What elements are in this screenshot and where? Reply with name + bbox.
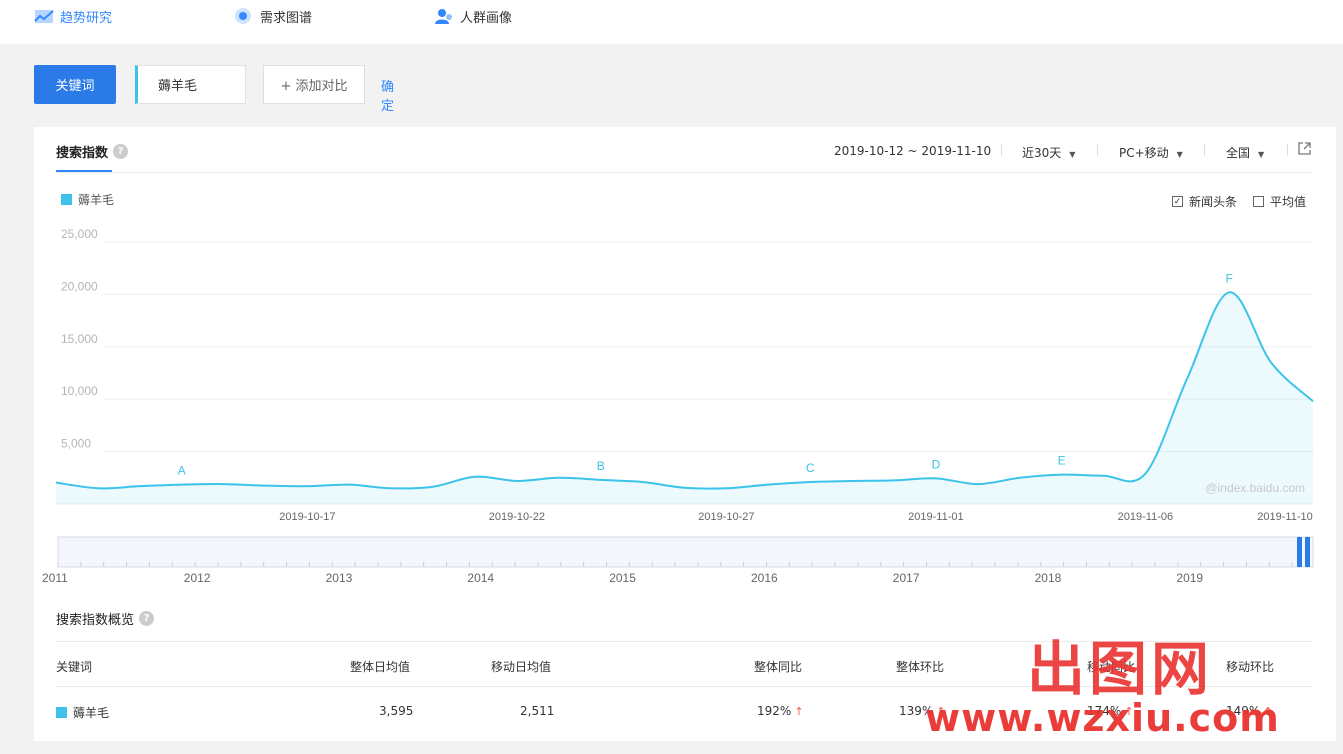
timeline-handle-left — [1297, 537, 1302, 567]
timeline-year-label: 2013 — [326, 571, 353, 585]
keyword-button[interactable]: 关键词 — [34, 65, 116, 104]
col-overall-avg: 整体日均值 — [350, 660, 411, 674]
timeline-year-label: 2014 — [467, 571, 494, 585]
timeline-year-label: 2018 — [1035, 571, 1062, 585]
col-mobile-mom: 移动环比 — [1226, 660, 1275, 674]
overview-title: 搜索指数概览 ? — [56, 609, 155, 628]
x-tick-label: 2019-10-27 — [698, 511, 754, 523]
col-keyword: 关键词 — [56, 660, 93, 674]
keyword-input[interactable]: 薅羊毛 — [135, 65, 246, 104]
confirm-link[interactable]: 确定 — [381, 76, 394, 114]
add-compare-button[interactable]: + 添加对比 — [263, 65, 365, 104]
annotation-label: C — [806, 461, 815, 475]
x-tick-label: 2019-11-06 — [1118, 511, 1173, 523]
annotation-label: A — [178, 464, 186, 478]
overview-title-text: 搜索指数概览 — [56, 613, 135, 628]
timeline-year-label: 2012 — [184, 571, 211, 585]
row-mobile-avg: 2,511 — [520, 704, 555, 718]
x-tick-label: 2019-11-01 — [908, 511, 963, 523]
annotation-label: B — [597, 459, 605, 473]
chart-watermark: @index.baidu.com — [1205, 481, 1305, 495]
top-nav: 趋势研究 需求图谱 人群画像 — [0, 0, 1343, 44]
timeline-year-label: 2019 — [1176, 571, 1203, 585]
col-overall-mom: 整体环比 — [896, 660, 945, 674]
col-mobile-avg: 移动日均值 — [491, 660, 552, 674]
series-line — [55, 291, 1314, 490]
annotation-label: F — [1226, 271, 1233, 285]
timeline-year-label: 2015 — [609, 571, 636, 585]
radar-icon — [234, 7, 254, 25]
x-tick-label: 2019-10-17 — [279, 511, 335, 523]
y-tick-label: 20,000 — [61, 279, 98, 293]
x-tick-label: 2019-10-22 — [489, 511, 545, 523]
overall-yoy-value: 192% — [757, 704, 792, 718]
nav-trend-label: 趋势研究 — [60, 10, 113, 26]
timeline-track — [57, 536, 1314, 568]
y-tick-label: 25,000 — [61, 227, 98, 241]
table-row-keyword: 薅羊毛 — [56, 704, 109, 721]
annotation-label: D — [932, 457, 941, 471]
nav-crowd-portrait[interactable]: 人群画像 — [434, 6, 512, 26]
nav-trend-research[interactable]: 趋势研究 — [34, 6, 112, 26]
help-icon[interactable]: ? — [139, 611, 155, 626]
col-overall-yoy: 整体同比 — [754, 660, 803, 674]
annotation-label: E — [1058, 454, 1066, 468]
y-tick-label: 5,000 — [61, 437, 91, 451]
row-overall-yoy: 192% ↑ — [757, 704, 804, 718]
row-overall-avg: 3,595 — [379, 704, 414, 718]
y-tick-label: 10,000 — [61, 384, 98, 398]
series-area — [56, 292, 1313, 504]
search-index-chart: 5,000 10,000 15,000 20,000 25,000 2019-10-17 2… — [42, 227, 1314, 585]
nav-demand-map[interactable]: 需求图谱 — [234, 6, 312, 26]
nav-crowd-label: 人群画像 — [460, 10, 513, 26]
row-keyword: 薅羊毛 — [73, 706, 110, 720]
user-icon — [434, 7, 454, 25]
legend-swatch — [56, 707, 67, 718]
x-tick-label: 2019-11-10 — [1257, 511, 1312, 523]
nav-demand-label: 需求图谱 — [260, 10, 313, 26]
timeline-year-label: 2016 — [751, 571, 778, 585]
y-tick-label: 15,000 — [61, 332, 98, 346]
timeline-handle-right — [1305, 537, 1310, 567]
watermark-url: www.wzxiu.com — [925, 696, 1280, 740]
watermark-logo: 出图网 — [1027, 635, 1214, 703]
timeline-year-label: 2011 — [42, 571, 68, 585]
trend-chart-icon — [34, 7, 54, 25]
arrow-up-icon: ↑ — [794, 705, 804, 718]
timeline-year-label: 2017 — [893, 571, 920, 585]
